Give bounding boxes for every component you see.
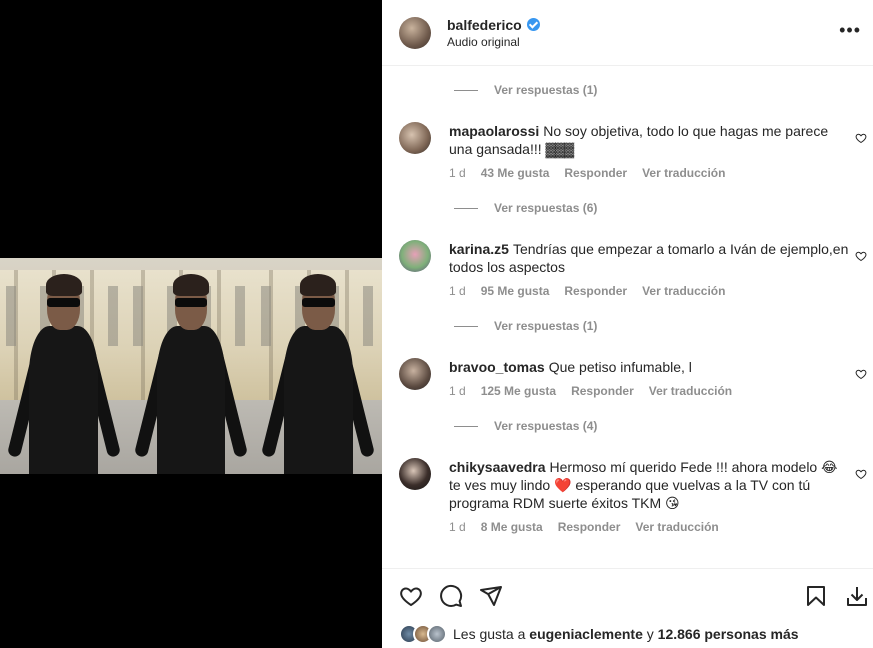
translate-button[interactable]: Ver traducción [635,520,718,534]
commenter-username[interactable]: mapaolarossi [449,123,539,139]
more-options-icon[interactable]: ••• [839,21,861,39]
post-header: balfederico Audio original ••• [382,0,873,66]
translate-button[interactable]: Ver traducción [642,166,725,180]
post-actions-footer: Les gusta a eugeniaclemente y 12.866 per… [382,568,873,648]
comment-actions: 1 d 125 Me gusta Responder Ver traducció… [449,384,732,398]
comment-text: bravoo_tomas Que petiso infumable, l [449,359,692,375]
likes-text: Les gusta a eugeniaclemente y 12.866 per… [453,626,799,642]
instagram-post-view: balfederico Audio original ••• Ver respu… [0,0,873,648]
comment-age: 1 d [449,166,466,180]
like-comment-heart-icon[interactable] [855,132,867,144]
view-replies-button[interactable]: Ver respuestas (1) [454,319,597,333]
comment-actions: 1 d 43 Me gusta Responder Ver traducción [449,166,725,180]
commenter-avatar[interactable] [399,122,431,154]
liker-avatar [427,624,447,644]
view-replies-button[interactable]: Ver respuestas (4) [454,419,597,433]
view-replies-button[interactable]: Ver respuestas (1) [454,83,597,97]
translate-button[interactable]: Ver traducción [642,284,725,298]
comment-age: 1 d [449,384,466,398]
share-paper-plane-icon[interactable] [479,584,503,608]
comment-item: mapaolarossi No soy objetiva, todo lo que… [399,122,869,202]
like-heart-icon[interactable] [399,584,423,608]
like-comment-heart-icon[interactable] [855,368,867,380]
commenter-username[interactable]: chikysaavedra [449,459,546,475]
audio-label[interactable]: Audio original [447,35,540,49]
comment-item: chikysaavedra Hermoso mí querido Fede !!!… [399,458,869,558]
comment-likes[interactable]: 43 Me gusta [481,166,550,180]
comment-text: mapaolarossi No soy objetiva, todo lo que… [449,123,829,157]
comments-list[interactable]: Ver respuestas (1) mapaolarossi No soy ob… [382,66,873,568]
like-comment-heart-icon[interactable] [855,250,867,262]
translate-button[interactable]: Ver traducción [649,384,732,398]
comment-age: 1 d [449,284,466,298]
comment-bubble-icon[interactable] [439,584,463,608]
commenter-avatar[interactable] [399,358,431,390]
likes-summary: Les gusta a eugeniaclemente y 12.866 per… [399,624,799,644]
post-media[interactable] [0,0,382,648]
comment-age: 1 d [449,520,466,534]
video-frame[interactable] [0,258,382,474]
comment-likes[interactable]: 8 Me gusta [481,520,543,534]
verified-badge-icon [526,18,540,31]
comments-panel: balfederico Audio original ••• Ver respu… [382,0,873,648]
reply-button[interactable]: Responder [571,384,634,398]
video-clip-panel [0,258,128,474]
author-avatar[interactable] [399,16,431,49]
view-replies-button[interactable]: Ver respuestas (6) [454,201,597,215]
comment-likes[interactable]: 95 Me gusta [481,284,550,298]
comment-actions: 1 d 8 Me gusta Responder Ver traducción [449,520,719,534]
commenter-avatar[interactable] [399,458,431,490]
comment-item: karina.z5 Tendrías que empezar a tomarlo … [399,240,869,320]
comment-likes[interactable]: 125 Me gusta [481,384,556,398]
comment-item: bravoo_tomas Que petiso infumable, l 1 d … [399,358,869,418]
save-bookmark-icon[interactable] [804,584,828,608]
video-clip-panel [127,258,255,474]
reply-button[interactable]: Responder [564,166,627,180]
reply-button[interactable]: Responder [564,284,627,298]
liker-username[interactable]: eugeniaclemente [529,626,643,642]
video-clip-panel [254,258,382,474]
author-username[interactable]: balfederico [447,17,522,33]
commenter-avatar[interactable] [399,240,431,272]
comment-text: chikysaavedra Hermoso mí querido Fede !!!… [449,459,838,511]
like-comment-heart-icon[interactable] [855,468,867,480]
commenter-username[interactable]: bravoo_tomas [449,359,545,375]
reply-button[interactable]: Responder [558,520,621,534]
comment-actions: 1 d 95 Me gusta Responder Ver traducción [449,284,725,298]
likes-count-button[interactable]: 12.866 personas más [658,626,799,642]
commenter-username[interactable]: karina.z5 [449,241,509,257]
comment-text: karina.z5 Tendrías que empezar a tomarlo … [449,241,849,275]
download-icon[interactable] [845,584,869,608]
